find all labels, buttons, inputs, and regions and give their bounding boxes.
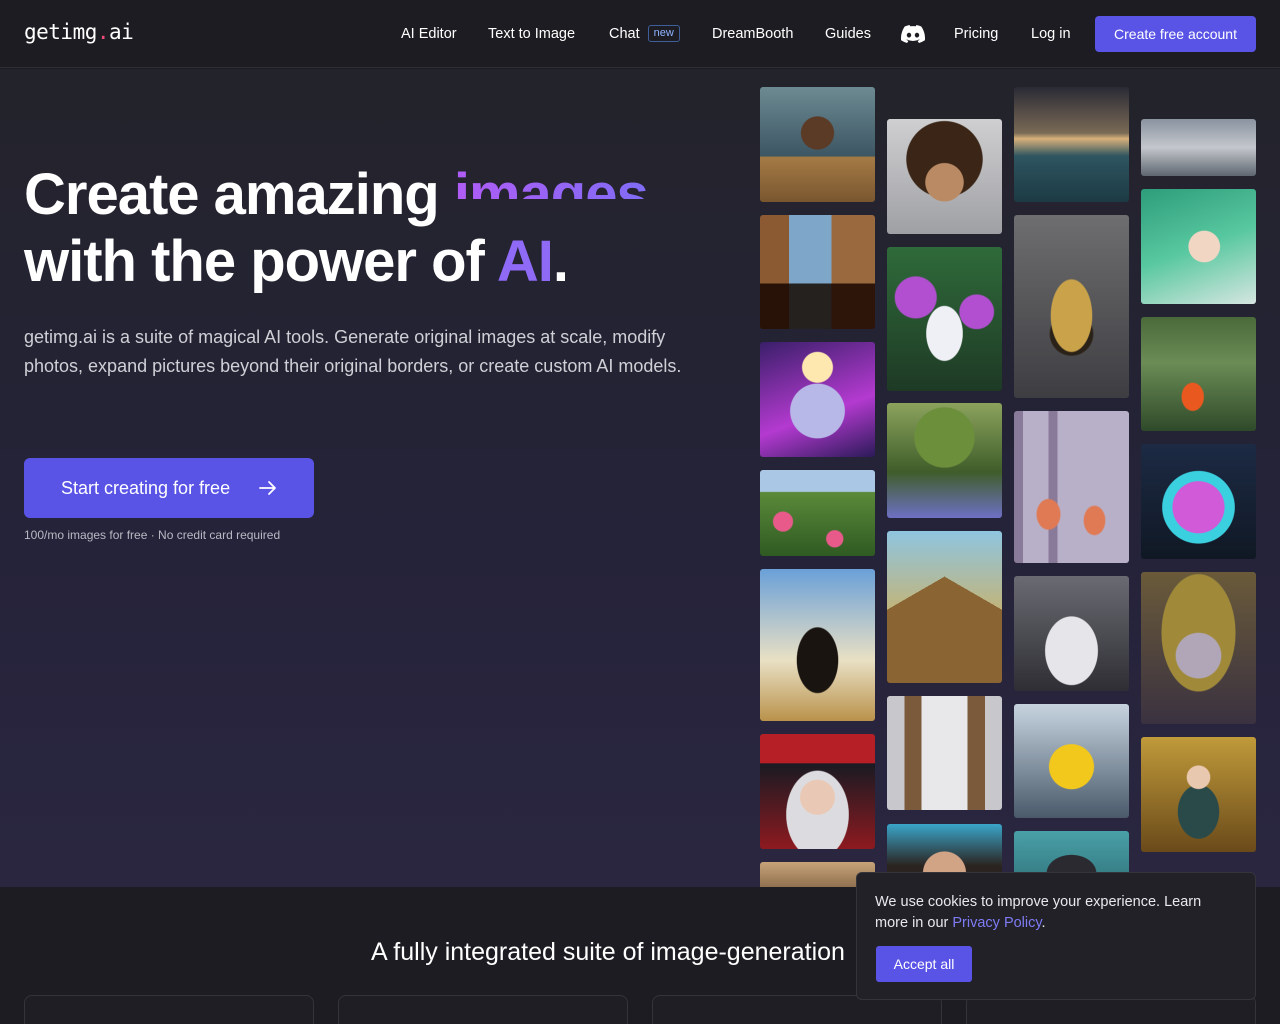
- nav-chat-label: Chat: [609, 26, 640, 42]
- hero-description: getimg.ai is a suite of magical AI tools…: [24, 327, 682, 376]
- title-part2: with the power of: [24, 229, 485, 294]
- nav-text-to-image[interactable]: Text to Image: [488, 16, 575, 52]
- fantasy-girl-golden-hall[interactable]: [1141, 737, 1256, 852]
- discord-icon[interactable]: [901, 25, 925, 43]
- title-end: .: [552, 229, 569, 294]
- pikachu[interactable]: [1014, 704, 1129, 818]
- stormy-ocean[interactable]: [1014, 87, 1129, 202]
- nav-chat[interactable]: Chat new: [609, 16, 680, 52]
- nav-dreambooth[interactable]: DreamBooth: [712, 16, 793, 52]
- nav-links: AI Editor Text to Image Chat new DreamBoo…: [0, 16, 1280, 52]
- glowing-sneaker[interactable]: [1014, 576, 1129, 691]
- hero-section: Create amazing images with the power of …: [0, 69, 1280, 887]
- new-badge: new: [647, 25, 680, 42]
- rider-on-horse[interactable]: [760, 569, 875, 721]
- cookie-banner: We use cookies to improve your experienc…: [856, 872, 1256, 1000]
- curly-hair-man[interactable]: [887, 119, 1002, 234]
- title-ai: AI: [496, 229, 554, 294]
- bedroom-forest-view[interactable]: [760, 215, 875, 329]
- cookie-message: We use cookies to improve your experienc…: [875, 892, 1237, 934]
- top-navigation: getimg.ai AI Editor Text to Image Chat ne…: [0, 0, 1280, 68]
- title-animated-word: images: [453, 162, 648, 199]
- woman-flowers-dress[interactable]: [887, 247, 1002, 391]
- mushroom-forest[interactable]: [1014, 411, 1129, 563]
- koi-pond[interactable]: [1141, 317, 1256, 431]
- accept-all-button[interactable]: Accept all: [876, 946, 972, 982]
- privacy-policy-link[interactable]: Privacy Policy: [952, 915, 1041, 931]
- start-creating-label: Start creating for free: [61, 478, 231, 498]
- arrow-right-icon: [259, 481, 276, 495]
- cookie-end: .: [1041, 915, 1046, 931]
- create-account-button[interactable]: Create free account: [1095, 16, 1256, 52]
- santa-hat-woman[interactable]: [760, 734, 875, 849]
- venetian-mask-woman[interactable]: [1141, 572, 1256, 724]
- nav-ai-editor[interactable]: AI Editor: [401, 16, 457, 52]
- tree-sunlight[interactable]: [887, 403, 1002, 518]
- pyramid-temple[interactable]: [887, 531, 1002, 683]
- nav-guides[interactable]: Guides: [825, 16, 871, 52]
- hero-title: Create amazing images with the power of …: [24, 161, 744, 295]
- nav-login[interactable]: Log in: [1031, 16, 1071, 52]
- rose-garden[interactable]: [760, 470, 875, 556]
- portrait-man-coat[interactable]: [760, 87, 875, 202]
- nav-pricing[interactable]: Pricing: [954, 16, 998, 52]
- golden-skull-ornament[interactable]: [1014, 215, 1129, 398]
- green-hair-anime-girl[interactable]: [1141, 189, 1256, 304]
- cosmic-cat[interactable]: [760, 342, 875, 457]
- neon-hamster[interactable]: [1141, 444, 1256, 559]
- start-creating-button[interactable]: Start creating for free: [24, 458, 314, 518]
- title-part1: Create amazing: [24, 162, 440, 227]
- feature-card[interactable]: [338, 995, 628, 1024]
- free-tier-note: 100/mo images for free · No credit card …: [24, 528, 281, 542]
- clouds[interactable]: [1141, 119, 1256, 176]
- feature-card[interactable]: [24, 995, 314, 1024]
- cathedral-interior[interactable]: [887, 696, 1002, 810]
